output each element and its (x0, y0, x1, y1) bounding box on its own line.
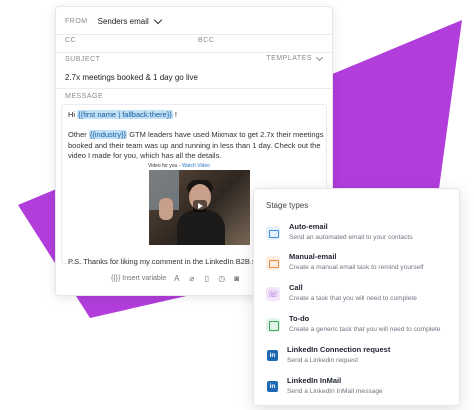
manual-email-icon (266, 256, 280, 270)
stage-item-linkedin-inmail[interactable]: in LinkedIn InMail Send a LinkedIn InMai… (266, 376, 383, 395)
greeting-prefix: Hi (68, 110, 78, 119)
stage-item-desc: Create a task that you will need to comp… (289, 295, 417, 302)
stage-item-name: Manual-email (289, 252, 337, 261)
text-format-icon[interactable]: A (172, 274, 181, 283)
stage-item-text: LinkedIn InMail Send a LinkedIn InMail m… (287, 376, 383, 395)
stage-item-text: Manual-email Create a manual email task … (289, 252, 424, 271)
from-row: FROM Senders email (65, 15, 162, 26)
play-icon[interactable] (193, 200, 207, 212)
subject-input[interactable]: 2.7x meetings booked & 1 day go live (65, 73, 198, 82)
stage-item-text: Call Create a task that you will need to… (289, 283, 417, 302)
divider (56, 88, 332, 89)
document-icon[interactable]: ▯ (202, 274, 211, 283)
linkedin-icon: in (267, 381, 278, 392)
chevron-down-icon (153, 15, 162, 25)
stage-item-name: LinkedIn InMail (287, 376, 342, 385)
attachment-icon[interactable]: ⌀ (187, 274, 196, 283)
stage-item-name: Call (289, 283, 303, 292)
message-label: MESSAGE (65, 93, 104, 100)
industry-variable[interactable]: {{industry}} (88, 130, 128, 139)
stage-types-title: Stage types (266, 201, 309, 210)
greeting-suffix: ! (172, 110, 178, 119)
body-paragraph: Other {{industry}} GTM leaders have used… (68, 130, 330, 162)
stage-item-todo[interactable]: To-do Create a generic task that you wil… (266, 314, 440, 333)
stage-item-desc: Send a Linkedin request (287, 357, 359, 364)
bcc-field[interactable]: BCC (198, 37, 214, 44)
sender-select[interactable]: Senders email (97, 15, 162, 26)
watch-video-link[interactable]: Watch Video (182, 163, 210, 169)
greeting-line: Hi {{first name | fallback:there}} ! (68, 110, 177, 119)
stage-item-auto-email[interactable]: Auto-email Send an automated email to yo… (266, 222, 413, 241)
insert-variable-button[interactable]: {{}} Insert variable (111, 275, 166, 282)
first-name-variable[interactable]: {{first name | fallback:there}} (77, 110, 173, 119)
video-caption-text: Video for you - (148, 163, 182, 169)
composer-toolbar: {{}} Insert variable A ⌀ ▯ ◷ ◙ (111, 274, 241, 283)
stage-item-text: To-do Create a generic task that you wil… (289, 314, 440, 333)
stage-item-desc: Create a manual email task to remind you… (289, 264, 424, 271)
para-prefix: Other (68, 130, 89, 139)
chevron-down-icon (315, 53, 324, 61)
stage-item-desc: Create a generic task that you will need… (289, 326, 441, 333)
camera-icon[interactable]: ◙ (232, 274, 241, 283)
templates-button[interactable]: TEMPLATES (266, 53, 324, 62)
video-person-body (177, 210, 225, 245)
from-label: FROM (65, 18, 88, 25)
clock-icon[interactable]: ◷ (217, 274, 226, 283)
video-thumbnail[interactable] (149, 170, 250, 245)
stage-item-desc: Send an automated email to your contacts (289, 234, 413, 241)
subject-label: SUBJECT (65, 56, 101, 63)
divider (56, 52, 332, 53)
ps-line: P.S. Thanks for liking my comment in the… (68, 257, 283, 266)
video-person-hand (159, 198, 173, 220)
sender-select-value: Senders email (97, 17, 149, 26)
stage-item-name: Auto-email (289, 222, 328, 231)
video-caption: Video for you - Watch Video (148, 163, 210, 169)
todo-icon (266, 318, 280, 332)
templates-label: TEMPLATES (266, 55, 312, 62)
stage-item-manual-email[interactable]: Manual-email Create a manual email task … (266, 252, 424, 271)
cc-field[interactable]: CC (65, 37, 76, 44)
stage-item-desc: Send a LinkedIn InMail message (287, 388, 383, 395)
phone-icon: ☏ (266, 287, 280, 301)
divider (56, 34, 332, 35)
stage-item-linkedin-connection[interactable]: in LinkedIn Connection request Send a Li… (266, 345, 390, 364)
stage-item-text: LinkedIn Connection request Send a Linke… (287, 345, 390, 364)
stage-item-text: Auto-email Send an automated email to yo… (289, 222, 413, 241)
linkedin-icon: in (267, 350, 278, 361)
stage-types-panel: Stage types Auto-email Send an automated… (253, 188, 460, 406)
email-icon (266, 226, 280, 240)
stage-item-name: LinkedIn Connection request (287, 345, 391, 354)
stage-item-name: To-do (289, 314, 310, 323)
stage-item-call[interactable]: ☏ Call Create a task that you will need … (266, 283, 417, 302)
